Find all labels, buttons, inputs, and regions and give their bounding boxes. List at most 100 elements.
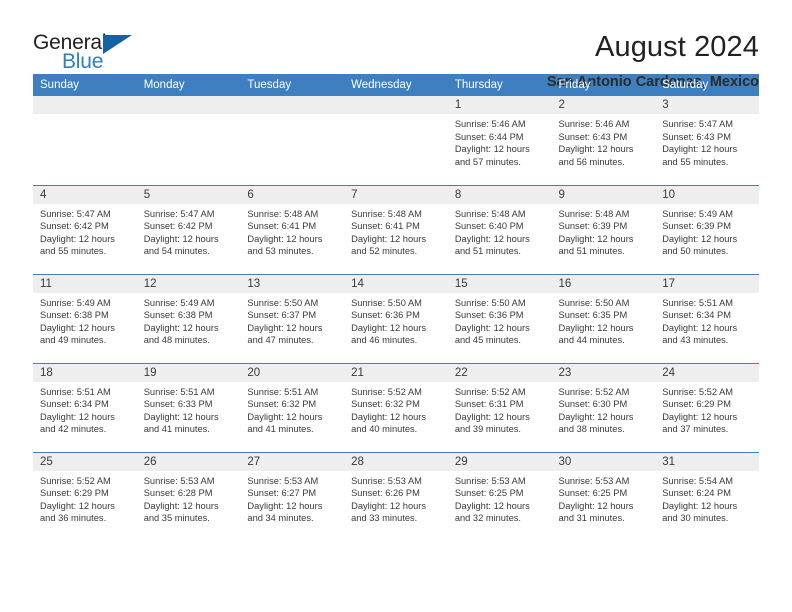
day-number: 4 (33, 185, 137, 204)
detail-daylight1: Daylight: 12 hours (247, 411, 323, 422)
detail-sunset: Sunset: 6:36 PM (351, 310, 420, 321)
calendar-week-row: 11 Sunrise: 5:49 AM Sunset: 6:38 PM Dayligh… (33, 273, 759, 363)
detail-sunset: Sunset: 6:25 PM (454, 488, 524, 499)
calendar-day-cell[interactable]: 7 Sunrise: 5:48 AM Sunset: 6:41 PM Daylight… (344, 184, 448, 274)
calendar-day-cell[interactable]: 4 Sunrise: 5:47 AM Sunset: 6:42 PM Daylight… (33, 184, 137, 274)
detail-sunrise: Sunrise: 5:50 AM (454, 297, 526, 308)
weekday-header-wednesday: Wednesday (344, 74, 448, 96)
calendar-day-cell[interactable]: 20 Sunrise: 5:51 AM Sunset: 6:32 PM Dayligh… (240, 362, 345, 452)
calendar-day-cell[interactable]: 24 Sunrise: 5:52 AM Sunset: 6:29 PM Dayligh… (655, 362, 759, 452)
day-number: 20 (240, 363, 345, 382)
calendar-day-cell[interactable]: 6 Sunrise: 5:48 AM Sunset: 6:41 PM Daylight… (240, 184, 345, 274)
calendar-day-cell[interactable]: 16 Sunrise: 5:50 AM Sunset: 6:35 PM Dayligh… (551, 273, 656, 363)
calendar-day-cell[interactable] (344, 96, 448, 185)
detail-daylight1: Daylight: 12 hours (662, 233, 738, 244)
detail-daylight2: and 51 minutes. (558, 246, 625, 257)
detail-daylight2: and 37 minutes. (662, 424, 729, 435)
day-number: 25 (33, 452, 137, 471)
day-details: Sunrise: 5:52 AM Sunset: 6:32 PM Daylight:… (344, 382, 448, 436)
day-number (136, 96, 241, 114)
calendar-day-cell[interactable]: 22 Sunrise: 5:52 AM Sunset: 6:31 PM Dayligh… (447, 362, 552, 452)
day-number: 31 (655, 452, 759, 471)
detail-daylight2: and 30 minutes. (662, 513, 729, 524)
calendar-day-cell[interactable]: 12 Sunrise: 5:49 AM Sunset: 6:38 PM Dayligh… (136, 273, 241, 363)
calendar-day-cell[interactable]: 18 Sunrise: 5:51 AM Sunset: 6:34 PM Dayligh… (33, 362, 137, 452)
calendar-day-cell[interactable]: 27 Sunrise: 5:53 AM Sunset: 6:27 PM Dayligh… (240, 451, 345, 541)
page-title: August 2024 (595, 31, 759, 63)
detail-sunset: Sunset: 6:39 PM (662, 221, 731, 232)
detail-daylight1: Daylight: 12 hours (247, 500, 323, 511)
detail-daylight2: and 46 minutes. (351, 335, 418, 346)
day-number (344, 96, 448, 114)
detail-sunset: Sunset: 6:40 PM (454, 221, 524, 232)
calendar-day-cell[interactable]: 31 Sunrise: 5:54 AM Sunset: 6:24 PM Dayligh… (655, 451, 759, 541)
detail-daylight1: Daylight: 12 hours (351, 233, 427, 244)
calendar-day-cell[interactable]: 2 Sunrise: 5:46 AM Sunset: 6:43 PM Daylight… (551, 96, 656, 185)
day-details: Sunrise: 5:52 AM Sunset: 6:29 PM Daylight:… (33, 471, 137, 525)
calendar-day-cell[interactable]: 3 Sunrise: 5:47 AM Sunset: 6:43 PM Daylight… (655, 96, 759, 185)
detail-daylight2: and 52 minutes. (351, 246, 418, 257)
detail-sunrise: Sunrise: 5:53 AM (558, 475, 630, 486)
calendar-day-cell[interactable] (240, 96, 345, 185)
detail-daylight2: and 41 minutes. (143, 424, 210, 435)
detail-daylight2: and 38 minutes. (558, 424, 625, 435)
day-details: Sunrise: 5:51 AM Sunset: 6:34 PM Daylight:… (655, 293, 759, 347)
calendar-day-cell[interactable]: 15 Sunrise: 5:50 AM Sunset: 6:36 PM Dayligh… (447, 273, 552, 363)
calendar-day-cell[interactable] (33, 96, 137, 185)
detail-sunrise: Sunrise: 5:49 AM (40, 297, 111, 308)
detail-sunrise: Sunrise: 5:49 AM (662, 208, 734, 219)
calendar-day-cell[interactable]: 30 Sunrise: 5:53 AM Sunset: 6:25 PM Dayligh… (551, 451, 656, 541)
detail-daylight1: Daylight: 12 hours (558, 500, 634, 511)
detail-sunset: Sunset: 6:27 PM (247, 488, 317, 499)
detail-daylight2: and 55 minutes. (40, 246, 107, 257)
calendar-day-cell[interactable]: 25 Sunrise: 5:52 AM Sunset: 6:29 PM Dayligh… (33, 451, 137, 541)
detail-sunset: Sunset: 6:35 PM (558, 310, 628, 321)
day-details: Sunrise: 5:53 AM Sunset: 6:25 PM Daylight:… (552, 471, 656, 525)
calendar-day-cell[interactable]: 8 Sunrise: 5:48 AM Sunset: 6:40 PM Daylight… (447, 184, 552, 274)
day-details: Sunrise: 5:51 AM Sunset: 6:34 PM Daylight:… (33, 382, 137, 436)
day-number: 3 (655, 96, 759, 114)
calendar-day-cell[interactable]: 29 Sunrise: 5:53 AM Sunset: 6:25 PM Dayligh… (447, 451, 552, 541)
day-number: 24 (655, 363, 759, 382)
calendar-day-cell[interactable] (136, 96, 241, 185)
detail-daylight2: and 49 minutes. (40, 335, 107, 346)
detail-daylight1: Daylight: 12 hours (558, 411, 634, 422)
calendar-day-cell[interactable]: 26 Sunrise: 5:53 AM Sunset: 6:28 PM Dayligh… (136, 451, 241, 541)
detail-sunrise: Sunrise: 5:48 AM (454, 208, 526, 219)
calendar-day-cell[interactable]: 13 Sunrise: 5:50 AM Sunset: 6:37 PM Dayligh… (240, 273, 345, 363)
detail-sunrise: Sunrise: 5:48 AM (351, 208, 422, 219)
calendar-day-cell[interactable]: 1 Sunrise: 5:46 AM Sunset: 6:44 PM Daylight… (447, 96, 552, 185)
page-header: General Blue August 2024 San Antonio Car… (0, 0, 792, 90)
calendar-day-cell[interactable]: 5 Sunrise: 5:47 AM Sunset: 6:42 PM Daylight… (136, 184, 241, 274)
calendar-day-cell[interactable]: 23 Sunrise: 5:52 AM Sunset: 6:30 PM Dayligh… (551, 362, 656, 452)
calendar-day-cell[interactable]: 14 Sunrise: 5:50 AM Sunset: 6:36 PM Dayligh… (344, 273, 448, 363)
detail-daylight1: Daylight: 12 hours (40, 500, 115, 511)
day-number: 11 (33, 274, 137, 293)
detail-sunrise: Sunrise: 5:48 AM (558, 208, 630, 219)
calendar-day-cell[interactable]: 9 Sunrise: 5:48 AM Sunset: 6:39 PM Daylight… (551, 184, 656, 274)
detail-daylight2: and 39 minutes. (454, 424, 521, 435)
day-number: 2 (551, 96, 656, 114)
calendar-day-cell[interactable]: 17 Sunrise: 5:51 AM Sunset: 6:34 PM Dayligh… (655, 273, 759, 363)
detail-daylight2: and 50 minutes. (662, 246, 729, 257)
calendar-day-cell[interactable]: 19 Sunrise: 5:51 AM Sunset: 6:33 PM Dayligh… (136, 362, 241, 452)
detail-daylight2: and 48 minutes. (143, 335, 210, 346)
detail-daylight1: Daylight: 12 hours (143, 233, 219, 244)
calendar-day-cell[interactable]: 28 Sunrise: 5:53 AM Sunset: 6:26 PM Dayligh… (344, 451, 448, 541)
detail-daylight2: and 33 minutes. (351, 513, 418, 524)
detail-daylight1: Daylight: 12 hours (351, 322, 427, 333)
calendar-day-cell[interactable]: 21 Sunrise: 5:52 AM Sunset: 6:32 PM Dayligh… (344, 362, 448, 452)
general-blue-logo[interactable]: General Blue (33, 30, 153, 76)
calendar-week-row: 4 Sunrise: 5:47 AM Sunset: 6:42 PM Daylight… (33, 184, 759, 274)
calendar-day-cell[interactable]: 11 Sunrise: 5:49 AM Sunset: 6:38 PM Dayligh… (33, 273, 137, 363)
detail-sunrise: Sunrise: 5:47 AM (662, 119, 734, 129)
calendar-day-cell[interactable]: 10 Sunrise: 5:49 AM Sunset: 6:39 PM Dayligh… (655, 184, 759, 274)
detail-sunset: Sunset: 6:44 PM (454, 131, 524, 142)
detail-daylight2: and 35 minutes. (143, 513, 210, 524)
detail-daylight2: and 47 minutes. (247, 335, 314, 346)
detail-daylight1: Daylight: 12 hours (558, 322, 634, 333)
day-number: 21 (344, 363, 448, 382)
detail-sunrise: Sunrise: 5:52 AM (662, 386, 734, 397)
detail-daylight1: Daylight: 12 hours (454, 144, 530, 155)
detail-sunrise: Sunrise: 5:52 AM (454, 386, 526, 397)
